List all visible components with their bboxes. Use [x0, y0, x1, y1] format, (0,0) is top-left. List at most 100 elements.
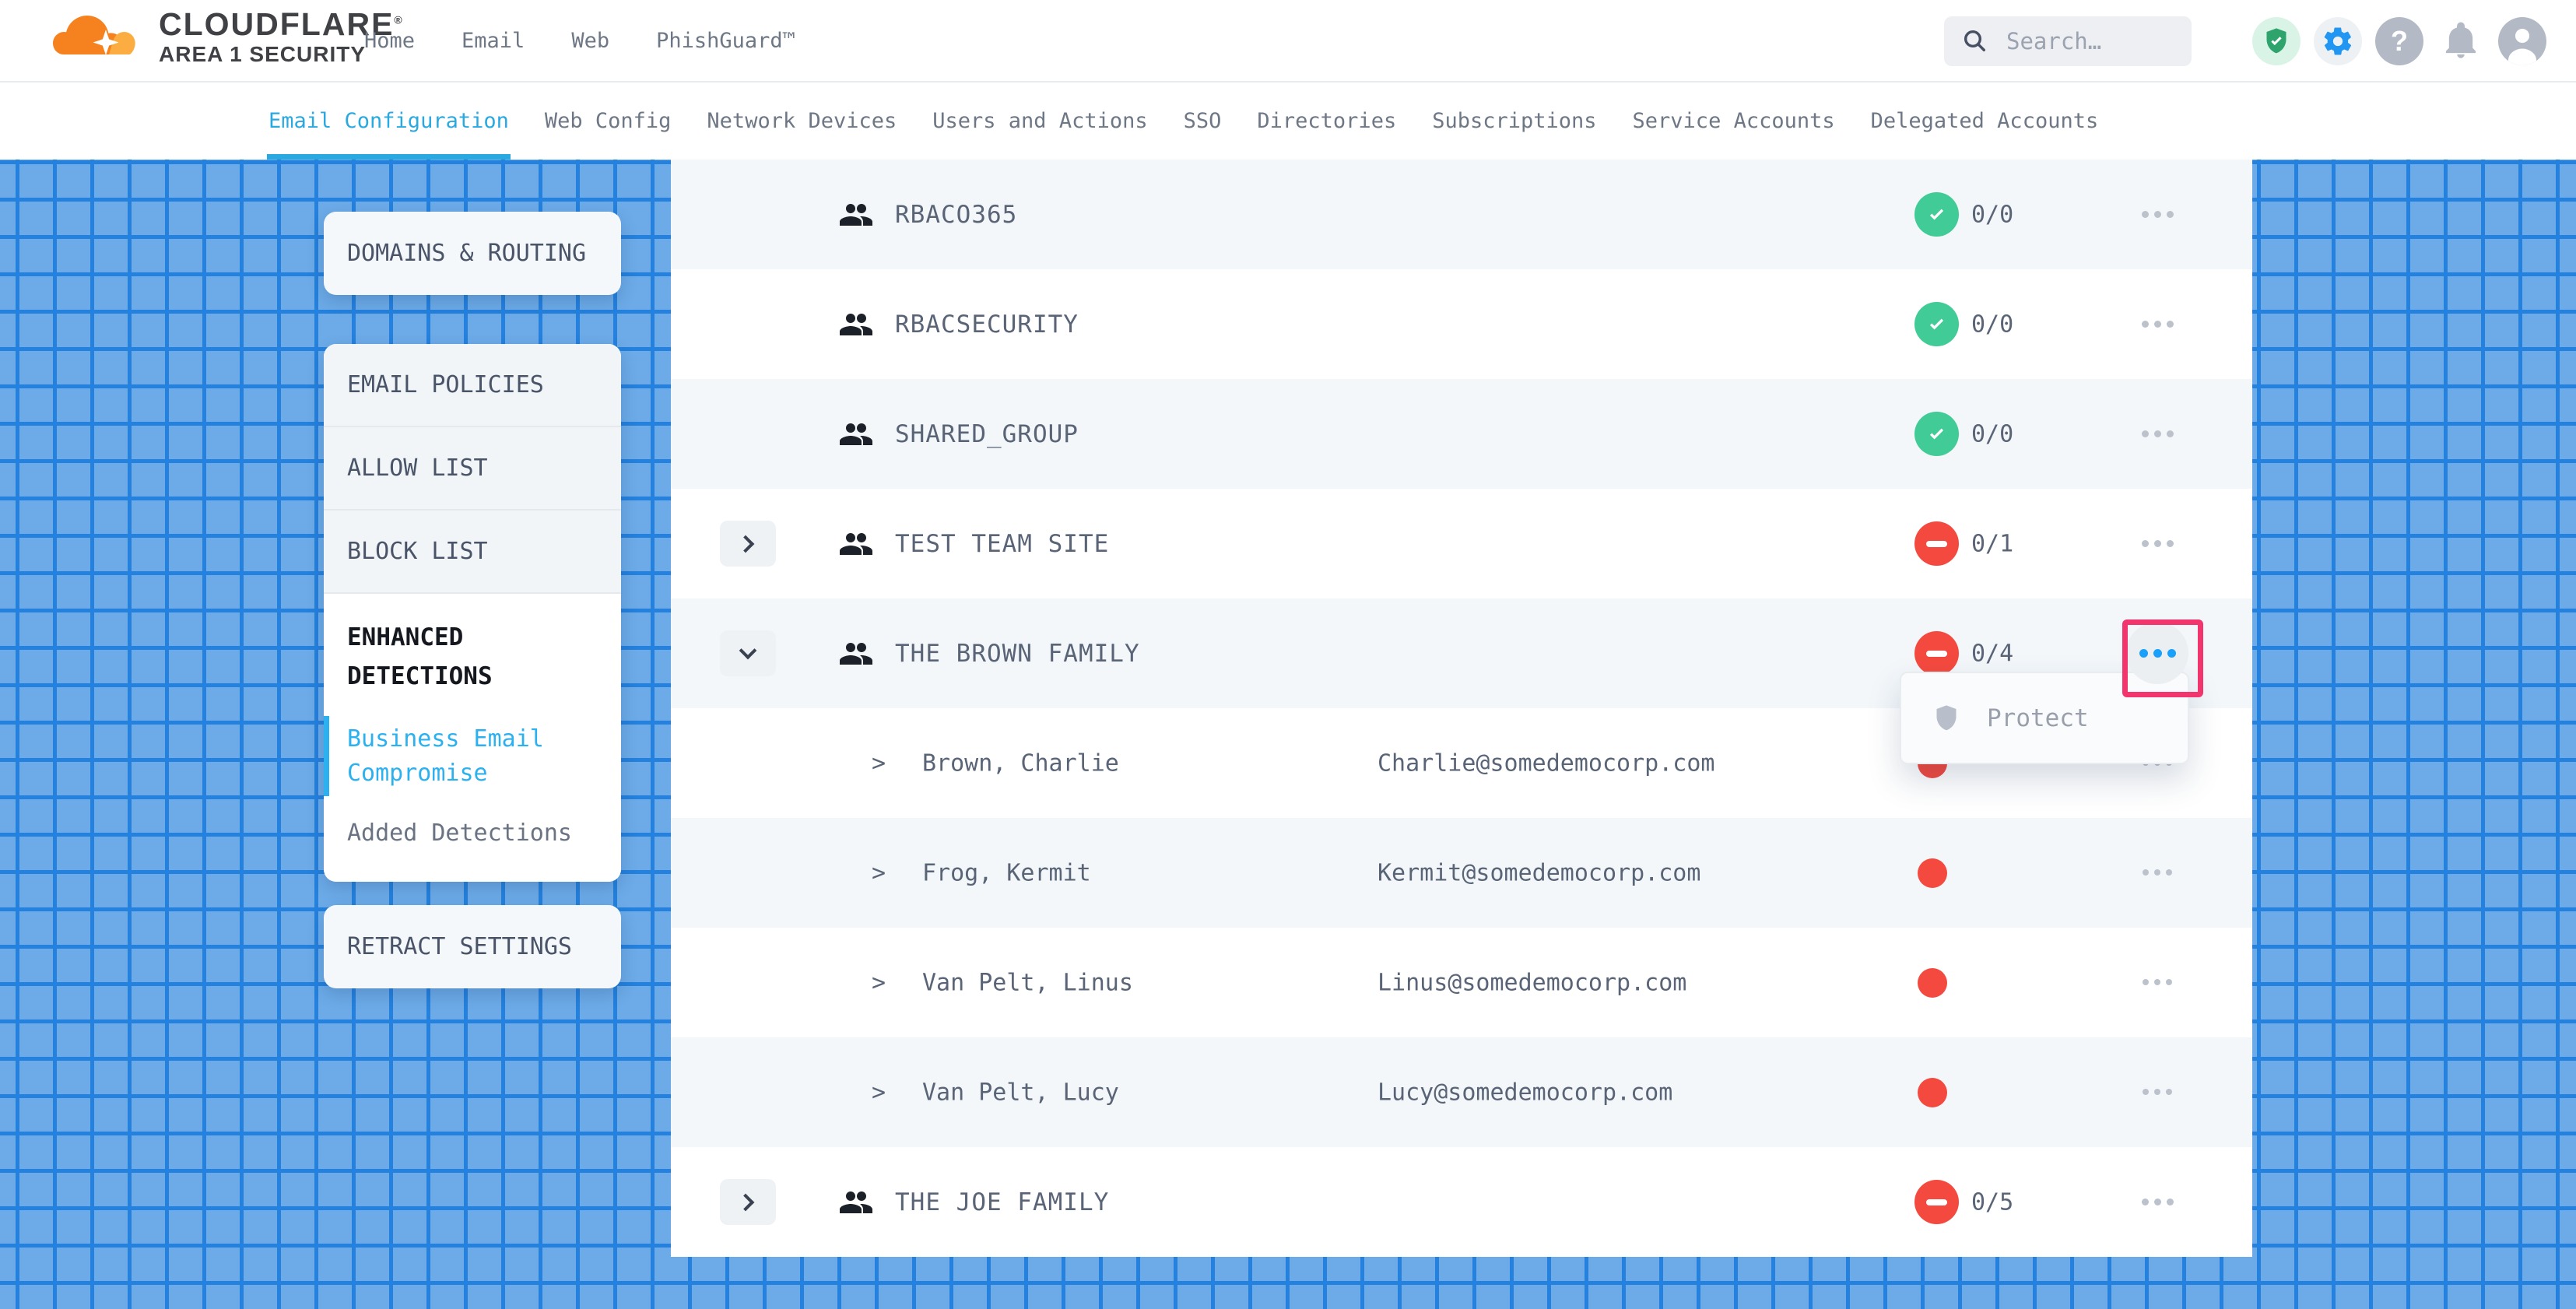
- row-actions-button[interactable]: [2126, 951, 2188, 1013]
- row-actions-button[interactable]: [2126, 512, 2188, 574]
- subnav-tab[interactable]: Delegated Accounts: [1871, 82, 2099, 160]
- sidebar-item-retract-settings[interactable]: RETRACT SETTINGS: [324, 905, 621, 988]
- group-name: RBACO365: [895, 201, 1017, 229]
- chevron-icon: [737, 535, 755, 553]
- expand-toggle-button[interactable]: [720, 1179, 776, 1225]
- top-nav-item[interactable]: Web: [571, 29, 609, 53]
- check-icon: [1924, 202, 1950, 228]
- account-avatar-icon[interactable]: [2498, 17, 2546, 65]
- sidebar-link-added-detections[interactable]: Added Detections: [347, 816, 598, 851]
- sidebar-item-label: ALLOW LIST: [347, 454, 488, 482]
- top-header: CLOUDFLARE® AREA 1 SECURITY Home Email Web…: [0, 0, 2576, 82]
- header-icon-buttons: ?: [2252, 17, 2546, 65]
- area1-security-app: { "header": { "logo": { "brand": "CLOUDF…: [0, 0, 2576, 1309]
- check-icon: [1924, 421, 1950, 447]
- menu-item-protect[interactable]: Protect: [1987, 704, 2089, 732]
- protected-count: 0/5: [1971, 1188, 2013, 1216]
- member-email: Lucy@somedemocorp.com: [1377, 1079, 1672, 1106]
- member-row: > Van Pelt, Lucy Lucy@somedemocorp.com: [671, 1037, 2252, 1147]
- protection-status-icon: [1914, 1180, 1959, 1224]
- minus-icon: [1926, 1199, 1947, 1205]
- search-icon: [1961, 27, 1989, 55]
- group-name: RBACSECURITY: [895, 311, 1079, 339]
- member-chevron-icon[interactable]: >: [872, 749, 886, 777]
- top-nav: Home Email Web PhishGuard™: [364, 0, 795, 81]
- search-box[interactable]: [1944, 16, 2192, 66]
- subnav-tab[interactable]: Users and Actions: [932, 82, 1147, 160]
- sidebar-item-label: RETRACT SETTINGS: [347, 933, 572, 960]
- unprotected-dot-icon: [1918, 858, 1947, 888]
- sidebar-section-enhanced-detections: ENHANCED DETECTIONS Business Email Compr…: [324, 594, 621, 882]
- row-actions-button[interactable]: [2126, 622, 2188, 684]
- member-name: Frog, Kermit: [922, 859, 1091, 886]
- subnav-tab[interactable]: SSO: [1184, 82, 1222, 160]
- groups-table: RBACO365 0/0 RBACSECURITY 0/0: [671, 160, 2252, 1257]
- minus-icon: [1926, 651, 1947, 657]
- row-actions-button[interactable]: [2126, 402, 2188, 465]
- expand-toggle-button[interactable]: [720, 630, 776, 676]
- search-input[interactable]: [2006, 28, 2178, 54]
- help-question-icon[interactable]: ?: [2375, 17, 2423, 65]
- protected-count: 0/0: [1971, 201, 2013, 228]
- sidebar-link-business-email-compromise[interactable]: Business Email Compromise: [347, 722, 598, 790]
- sidebar-item-email-policies[interactable]: EMAIL POLICIES: [324, 344, 621, 427]
- protection-status-icon: [1914, 521, 1959, 566]
- protection-status-icon: [1914, 302, 1959, 346]
- cloudflare-cloud-icon: [44, 5, 146, 70]
- row-actions-button[interactable]: [2126, 1170, 2188, 1233]
- top-nav-item[interactable]: Home: [364, 29, 415, 53]
- member-name: Van Pelt, Lucy: [922, 1079, 1119, 1106]
- group-row: RBACO365 0/0: [671, 160, 2252, 269]
- subnav-tab[interactable]: Network Devices: [707, 82, 897, 160]
- group-people-icon: [837, 306, 874, 343]
- row-actions-button[interactable]: [2126, 1061, 2188, 1123]
- top-nav-item[interactable]: PhishGuard™: [656, 29, 795, 53]
- group-name: THE JOE FAMILY: [895, 1188, 1109, 1216]
- protection-status-icon: [1914, 412, 1959, 456]
- check-icon: [1924, 311, 1950, 338]
- group-name: TEST TEAM SITE: [895, 530, 1109, 558]
- subnav-tab[interactable]: Subscriptions: [1432, 82, 1596, 160]
- group-row: RBACSECURITY 0/0: [671, 269, 2252, 379]
- subnav-tab[interactable]: Web Config: [545, 82, 672, 160]
- member-name: Van Pelt, Linus: [922, 969, 1133, 996]
- protected-count: 0/0: [1971, 420, 2013, 447]
- group-people-icon: [837, 1184, 874, 1221]
- group-people-icon: [837, 635, 874, 672]
- settings-gear-icon[interactable]: [2314, 17, 2362, 65]
- chevron-icon: [739, 641, 757, 659]
- member-name: Brown, Charlie: [922, 749, 1119, 777]
- subnav-tab[interactable]: Email Configuration: [268, 82, 509, 160]
- member-chevron-icon[interactable]: >: [872, 969, 886, 996]
- sidebar-policies-card: EMAIL POLICIES ALLOW LIST BLOCK LIST ENH…: [324, 344, 621, 882]
- expand-toggle-button[interactable]: [720, 521, 776, 567]
- member-chevron-icon[interactable]: >: [872, 859, 886, 886]
- subnav-tab[interactable]: Service Accounts: [1633, 82, 1835, 160]
- subnav-tab[interactable]: Directories: [1257, 82, 1396, 160]
- unprotected-dot-icon: [1918, 968, 1947, 998]
- sidebar-item-block-list[interactable]: BLOCK LIST: [324, 511, 621, 594]
- protection-status-icon: [1914, 631, 1959, 676]
- member-email: Charlie@somedemocorp.com: [1377, 749, 1714, 777]
- group-name: THE BROWN FAMILY: [895, 640, 1140, 668]
- group-row: TEST TEAM SITE 0/1: [671, 489, 2252, 598]
- cloudflare-logo[interactable]: CLOUDFLARE® AREA 1 SECURITY: [44, 5, 404, 70]
- member-email: Linus@somedemocorp.com: [1377, 969, 1686, 996]
- group-people-icon: [837, 196, 874, 233]
- unprotected-dot-icon: [1918, 1078, 1947, 1107]
- sidebar-item-label: BLOCK LIST: [347, 538, 488, 565]
- member-chevron-icon[interactable]: >: [872, 1079, 886, 1106]
- sidebar-item-label: EMAIL POLICIES: [347, 371, 544, 398]
- row-actions-button[interactable]: [2126, 293, 2188, 355]
- sidebar-item-allow-list[interactable]: ALLOW LIST: [324, 427, 621, 511]
- row-actions-button[interactable]: [2126, 841, 2188, 904]
- group-row: SHARED_GROUP 0/0: [671, 379, 2252, 489]
- protected-count: 0/4: [1971, 640, 2013, 667]
- group-row: THE JOE FAMILY 0/5: [671, 1147, 2252, 1257]
- top-nav-item[interactable]: Email: [462, 29, 525, 53]
- sidebar-item-domains-routing[interactable]: DOMAINS & ROUTING: [324, 212, 621, 295]
- row-actions-button[interactable]: [2126, 183, 2188, 245]
- protection-shield-check-icon[interactable]: [2252, 17, 2301, 65]
- notifications-bell-icon[interactable]: [2437, 17, 2485, 65]
- sidebar-section-title[interactable]: ENHANCED DETECTIONS: [347, 619, 598, 696]
